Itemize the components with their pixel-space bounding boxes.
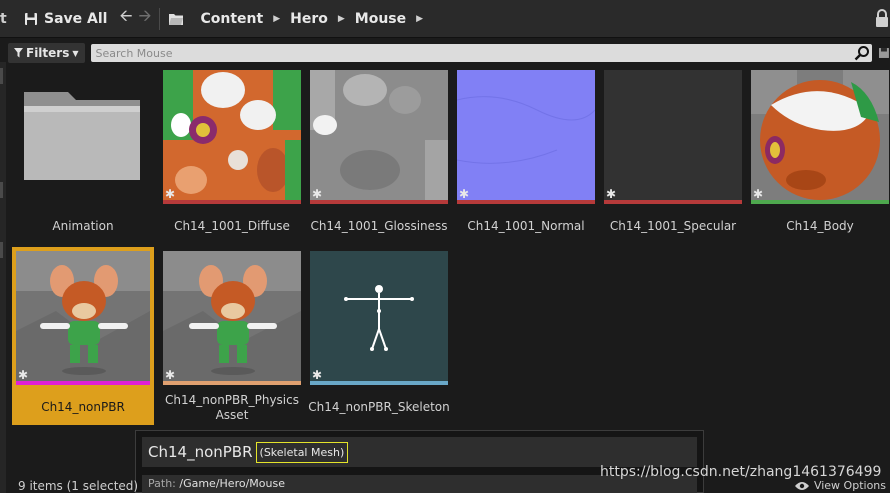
path-label: Path: bbox=[148, 477, 176, 490]
chevron-down-icon: ▼ bbox=[72, 48, 79, 58]
asset-type-bar bbox=[751, 200, 889, 204]
asset-name: Ch14_1001_Diffuse bbox=[174, 219, 290, 233]
mouse-character-image bbox=[16, 251, 150, 385]
asterisk-icon: ✱ bbox=[459, 187, 470, 201]
glossiness-texture-image bbox=[310, 70, 448, 204]
asset-type-bar bbox=[310, 381, 448, 385]
tooltip-asset-name: Ch14_nonPBR bbox=[148, 443, 253, 461]
mesh-thumbnail: ✱ bbox=[16, 251, 150, 385]
sources-panel-collapsed[interactable] bbox=[0, 62, 6, 493]
view-options-label: View Options bbox=[813, 479, 886, 492]
asset-tile-normal[interactable]: ✱ Ch14_1001_Normal bbox=[455, 70, 597, 240]
asset-tile-skeleton[interactable]: ✱ Ch14_nonPBR_Skeleton bbox=[308, 251, 450, 421]
search-icon[interactable] bbox=[854, 45, 870, 61]
folder-thumbnail bbox=[14, 70, 152, 204]
search-input[interactable] bbox=[90, 44, 851, 62]
asset-type-bar bbox=[16, 381, 150, 385]
forward-arrow-icon[interactable]: 🡪 bbox=[138, 5, 151, 32]
asset-tile-diffuse[interactable]: ✱ Ch14_1001_Diffuse bbox=[161, 70, 303, 240]
material-thumbnail: ✱ bbox=[751, 70, 889, 204]
asset-type-bar bbox=[604, 200, 742, 204]
texture-thumbnail: ✱ bbox=[163, 70, 301, 204]
asset-name: Ch14_1001_Specular bbox=[609, 219, 737, 233]
asterisk-icon: ✱ bbox=[18, 368, 29, 382]
asterisk-icon: ✱ bbox=[606, 187, 617, 201]
filters-label: Filters bbox=[26, 46, 70, 60]
mouse-character-image bbox=[163, 251, 301, 385]
asset-tile-nonpbr-selected[interactable]: ✱ Ch14_nonPBR bbox=[12, 247, 154, 425]
funnel-icon bbox=[14, 48, 23, 58]
chevron-right-icon[interactable]: ▶ bbox=[338, 14, 345, 24]
asset-type-bar bbox=[163, 381, 301, 385]
toolbar-divider bbox=[159, 7, 161, 30]
watermark: https://blog.csdn.net/zhang1461376499 bbox=[600, 464, 882, 480]
toolbar-cut-off-item[interactable]: t bbox=[0, 0, 8, 38]
asterisk-icon: ✱ bbox=[312, 368, 323, 382]
filters-dropdown[interactable]: Filters ▼ bbox=[8, 43, 85, 63]
breadcrumb-mouse[interactable]: Mouse bbox=[355, 11, 406, 27]
asset-tile-physics[interactable]: ✱ Ch14_nonPBR_Physics Asset bbox=[161, 251, 303, 422]
save-all-label: Save All bbox=[44, 10, 108, 27]
asterisk-icon: ✱ bbox=[165, 368, 176, 382]
asset-name: Ch14_Body bbox=[786, 219, 854, 233]
asset-tile-specular[interactable]: ✱ Ch14_1001_Specular bbox=[602, 70, 744, 240]
content-browser: t Save All 🡨 🡪 Content ▶ Hero ▶ Mouse ▶ bbox=[0, 0, 890, 493]
item-count-status: 9 items (1 selected) bbox=[18, 479, 139, 493]
diffuse-texture-image bbox=[163, 70, 301, 204]
save-icon bbox=[25, 12, 37, 25]
material-sphere-image bbox=[751, 70, 889, 204]
texture-thumbnail: ✱ bbox=[604, 70, 742, 204]
asterisk-icon: ✱ bbox=[165, 187, 176, 201]
asset-tile-animation[interactable]: Animation bbox=[12, 70, 154, 240]
asset-name: Animation bbox=[52, 219, 114, 233]
asset-type-bar bbox=[310, 200, 448, 204]
asset-tile-glossiness[interactable]: ✱ Ch14_1001_Glossiness bbox=[308, 70, 450, 240]
asset-name: Ch14_nonPBR bbox=[41, 400, 125, 414]
save-search-icon[interactable] bbox=[878, 47, 890, 59]
chevron-right-icon[interactable]: ▶ bbox=[273, 14, 280, 24]
asset-tooltip: Ch14_nonPBR (Skeletal Mesh) Path: /Game/… bbox=[135, 430, 704, 493]
texture-thumbnail: ✱ bbox=[457, 70, 595, 204]
tooltip-header: Ch14_nonPBR (Skeletal Mesh) bbox=[142, 437, 697, 467]
normal-texture-image bbox=[457, 70, 595, 204]
asset-name: Ch14_nonPBR_Skeleton bbox=[308, 400, 450, 414]
asterisk-icon: ✱ bbox=[312, 187, 323, 201]
skeleton-thumbnail: ✱ bbox=[310, 251, 448, 385]
physics-thumbnail: ✱ bbox=[163, 251, 301, 385]
asset-name: Ch14_1001_Normal bbox=[467, 219, 585, 233]
back-arrow-icon[interactable]: 🡨 bbox=[119, 5, 132, 32]
folder-icon bbox=[24, 92, 140, 180]
texture-thumbnail: ✱ bbox=[310, 70, 448, 204]
folder-open-icon[interactable] bbox=[168, 12, 184, 26]
save-all-button[interactable]: Save All bbox=[24, 11, 107, 27]
filter-bar: Filters ▼ bbox=[8, 42, 890, 64]
view-options-button[interactable]: View Options bbox=[794, 479, 886, 492]
asset-name: Ch14_nonPBR_Physics Asset bbox=[165, 393, 299, 422]
tooltip-asset-type: (Skeletal Mesh) bbox=[255, 441, 349, 463]
path-value: /Game/Hero/Mouse bbox=[179, 477, 285, 490]
asset-name: Ch14_1001_Glossiness bbox=[310, 219, 448, 233]
asset-tile-body[interactable]: ✱ Ch14_Body bbox=[749, 70, 890, 240]
asterisk-icon: ✱ bbox=[753, 187, 764, 201]
lock-icon[interactable] bbox=[872, 8, 890, 30]
breadcrumb-content[interactable]: Content bbox=[200, 11, 263, 27]
skeleton-figure-image bbox=[310, 251, 448, 385]
eye-icon bbox=[794, 481, 809, 490]
content-browser-toolbar: t Save All 🡨 🡪 Content ▶ Hero ▶ Mouse ▶ bbox=[0, 0, 890, 38]
chevron-right-icon[interactable]: ▶ bbox=[416, 14, 423, 24]
asset-type-bar bbox=[163, 200, 301, 204]
breadcrumb: Content ▶ Hero ▶ Mouse ▶ bbox=[190, 11, 433, 27]
breadcrumb-hero[interactable]: Hero bbox=[290, 11, 328, 27]
search-box bbox=[90, 44, 873, 62]
asset-type-bar bbox=[457, 200, 595, 204]
